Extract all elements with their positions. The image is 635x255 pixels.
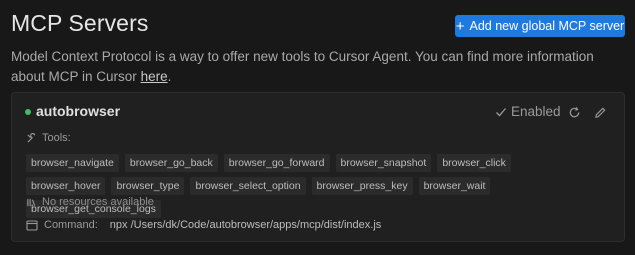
- edit-icon[interactable]: [593, 105, 607, 119]
- enabled-label: Enabled: [511, 104, 561, 119]
- page-description: Model Context Protocol is a way to offer…: [11, 47, 626, 87]
- no-resources-label: No resources available: [42, 196, 154, 208]
- description-text: Model Context Protocol is a way to offer…: [11, 49, 594, 84]
- tool-tag: browser_navigate: [26, 154, 119, 172]
- description-end: .: [167, 69, 172, 84]
- tools-header: Tools:: [26, 132, 71, 144]
- tool-tag: browser_click: [437, 154, 511, 172]
- library-icon: [26, 197, 37, 208]
- command-label: Command:: [44, 219, 98, 231]
- add-button-label: Add new global MCP server: [469, 19, 625, 33]
- description-link[interactable]: here: [141, 69, 168, 84]
- tool-tag: browser_wait: [418, 177, 491, 195]
- tool-tag: browser_hover: [26, 177, 106, 195]
- tool-tag: browser_select_option: [190, 177, 306, 195]
- add-global-mcp-server-button[interactable]: + Add new global MCP server: [455, 15, 625, 37]
- mcp-servers-page: MCP Servers + Add new global MCP server …: [0, 0, 635, 255]
- resources-row: No resources available: [26, 196, 154, 208]
- server-card: autobrowser Enabled Tools: browser_navig…: [11, 92, 625, 242]
- tool-tag: browser_press_key: [311, 177, 413, 195]
- tools-icon: [26, 132, 37, 144]
- tool-tag: browser_type: [111, 177, 185, 195]
- tool-tag: browser_snapshot: [335, 154, 432, 172]
- status-dot: [25, 109, 31, 115]
- tool-tag: browser_go_forward: [223, 154, 330, 172]
- check-icon: [495, 106, 507, 118]
- command-row: Command: npx /Users/dk/Code/autobrowser/…: [26, 219, 381, 231]
- tool-tag: browser_go_back: [124, 154, 218, 172]
- command-value: npx /Users/dk/Code/autobrowser/apps/mcp/…: [109, 219, 382, 231]
- tools-list: browser_navigate browser_go_back browser_g…: [26, 154, 586, 218]
- tools-label: Tools:: [42, 132, 71, 144]
- plus-icon: +: [455, 17, 465, 35]
- page-title: MCP Servers: [11, 10, 149, 36]
- refresh-icon[interactable]: [567, 105, 581, 119]
- server-name: autobrowser: [36, 103, 121, 119]
- terminal-icon: [26, 219, 38, 231]
- enabled-toggle[interactable]: Enabled: [495, 104, 561, 119]
